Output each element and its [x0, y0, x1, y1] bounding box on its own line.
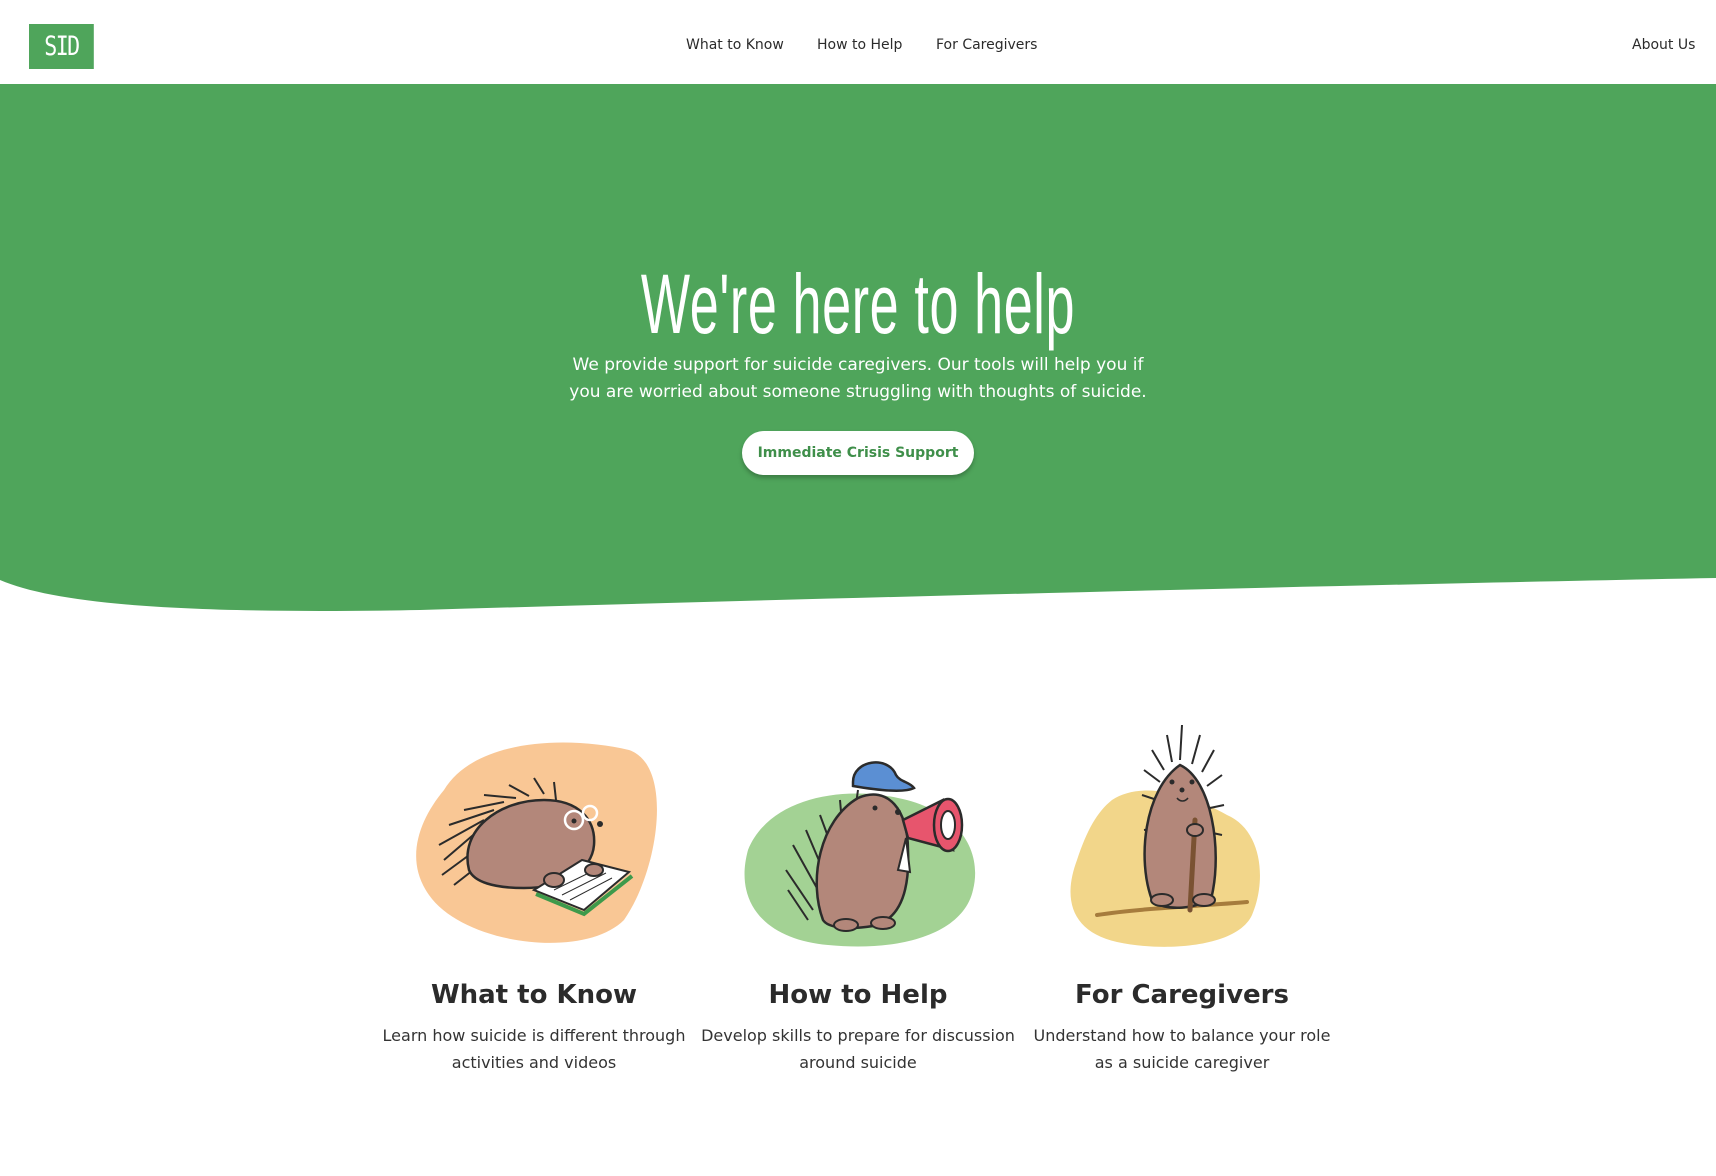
porcupine-megaphone-icon	[744, 761, 976, 947]
hero-section: We're here to help We provide support fo…	[0, 84, 1716, 614]
card-description: Understand how to balance your role as a…	[1033, 1026, 1331, 1072]
top-navigation-bar: SID What to Know How to Help For Caregiv…	[0, 0, 1716, 84]
card-how-to-help[interactable]: How to Help Develop skills to prepare fo…	[698, 720, 1018, 1090]
immediate-crisis-support-button[interactable]: Immediate Crisis Support	[742, 431, 974, 475]
card-for-caregivers[interactable]: For Caregivers Understand how to balance…	[1022, 720, 1342, 1090]
nav-link-what-to-know[interactable]: What to Know	[686, 35, 784, 55]
porcupine-walking-stick-icon	[1070, 724, 1260, 947]
hero-description: We provide support for suicide caregiver…	[569, 355, 1147, 402]
nav-link-how-to-help[interactable]: How to Help	[817, 35, 902, 55]
main-nav: What to Know How to Help For Caregivers …	[0, 35, 1716, 55]
card-title: What to Know	[430, 980, 638, 1010]
hero-title: We're here to help	[640, 257, 1076, 351]
card-title: For Caregivers	[1075, 980, 1289, 1010]
nav-link-for-caregivers[interactable]: For Caregivers	[936, 35, 1037, 55]
card-description: Develop skills to prepare for discussion…	[701, 1026, 1015, 1072]
porcupine-reading-icon	[416, 742, 657, 943]
cta-label: Immediate Crisis Support	[757, 445, 959, 461]
card-title: How to Help	[768, 980, 948, 1010]
card-what-to-know[interactable]: What to Know Learn how suicide is differ…	[374, 720, 694, 1090]
card-description: Learn how suicide is different through a…	[382, 1026, 686, 1072]
nav-link-about-us[interactable]: About Us	[1632, 35, 1695, 55]
